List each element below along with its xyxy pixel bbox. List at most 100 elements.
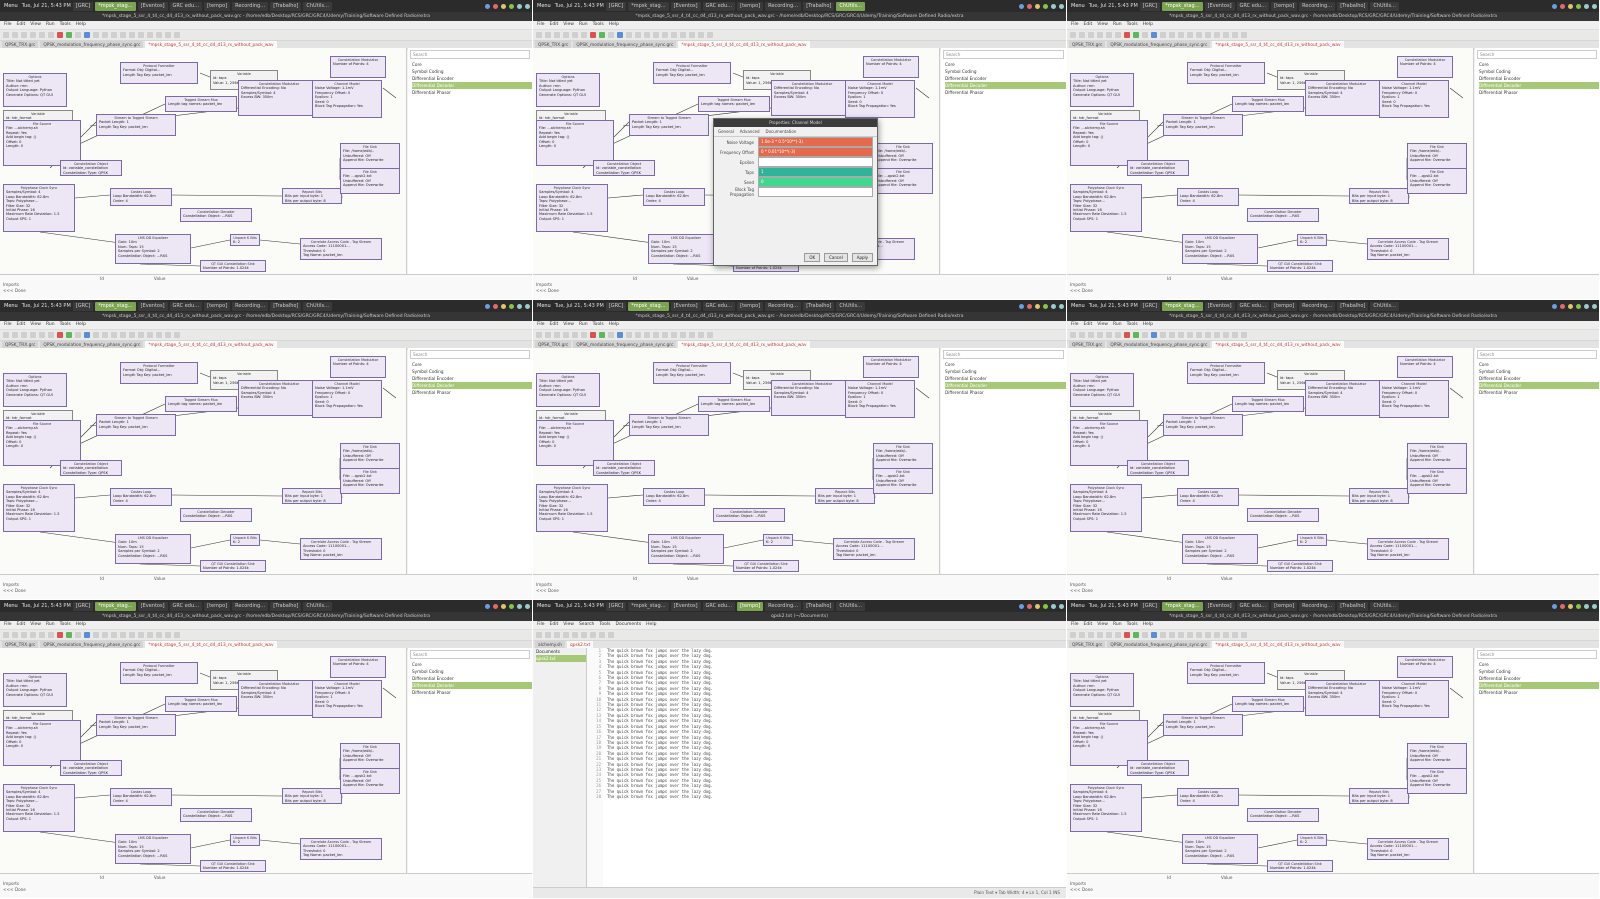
input-port[interactable] [312,87,313,91]
input-port[interactable] [3,127,4,131]
flowgraph-block[interactable]: Channel Model Noise Voltage: 1.1mV Frequen… [1379,80,1449,118]
input-port[interactable] [238,387,239,391]
input-port[interactable] [1187,369,1188,373]
output-port[interactable] [265,267,266,271]
flowgraph-block[interactable]: File Sink File: ...qpsk2.txt Unbuffered: O… [340,168,400,194]
output-port[interactable] [121,767,122,771]
output-port[interactable] [1318,515,1319,519]
taskbar-item[interactable]: [tempo] [204,601,231,611]
rotate-icon[interactable] [1214,332,1220,338]
output-port[interactable] [341,195,342,199]
menu-item[interactable]: Run [1113,321,1122,329]
tray-icon[interactable] [1576,603,1581,609]
input-port[interactable] [1397,663,1398,667]
kill-icon[interactable] [84,332,90,338]
delete-icon[interactable] [1187,32,1193,38]
output-port[interactable] [80,427,81,431]
output-port[interactable] [74,491,75,495]
output-port[interactable] [1466,175,1467,179]
zoom-out-icon[interactable] [165,32,171,38]
input-port[interactable] [845,387,846,391]
save-as-icon[interactable] [30,632,36,638]
cut-icon[interactable] [581,632,587,638]
input-port[interactable] [1232,403,1233,407]
connection-line[interactable] [1206,563,1268,567]
undo-icon[interactable] [1196,332,1202,338]
taskbar-item[interactable]: [Eventos] [137,601,168,611]
menu-item[interactable]: Tools [1127,21,1138,29]
output-port[interactable] [1448,545,1449,549]
tray-icon[interactable] [1019,603,1024,609]
zoom-out-icon[interactable] [698,332,704,338]
tray-icon[interactable] [1576,303,1581,309]
flowgraph-block[interactable]: Polyphase Clock Sync Samples/Symbol: 4 Loo… [536,184,608,232]
taskbar-item[interactable]: [GRC] [1139,1,1161,11]
flowgraph-canvas[interactable]: Options Title: Not titled yet Author: rmn O… [1067,648,1474,874]
output-port[interactable] [769,103,770,107]
flowgraph-block[interactable]: Tagged Stream Mux Length tag names: packe… [1232,96,1304,112]
flowgraph-block[interactable]: Correlate Access Code - Tag StreamAccess… [833,538,915,560]
output-port[interactable] [385,663,386,667]
flowgraph-block[interactable]: Stream to Tagged Stream Packet Length: 1L… [1163,414,1243,436]
input-port[interactable] [3,791,4,795]
tray-icon[interactable] [501,303,506,309]
menu-item[interactable]: Help [1143,321,1153,329]
close-icon[interactable] [1106,32,1112,38]
flowgraph-block[interactable]: Constellation Object Id: variable_constel… [593,160,655,176]
flowgraph-block[interactable]: Protocol Formatter Format Obj: Digital… Le… [120,62,198,84]
open-icon[interactable] [545,632,551,638]
redo-icon[interactable] [572,632,578,638]
tray-icon[interactable] [1552,603,1557,609]
connection-line[interactable] [1326,839,1368,845]
open-icon[interactable] [1079,332,1085,338]
flowgraph-block[interactable]: Constellation Object Id: variable_constel… [1127,460,1189,476]
connection-line[interactable] [171,794,283,797]
tray-icon[interactable] [1560,303,1565,309]
output-port[interactable] [613,427,614,431]
save-as-icon[interactable] [1097,632,1103,638]
menu-button[interactable]: Menu [535,303,553,309]
flowgraph-block[interactable]: Stream to Tagged Stream Packet Length: 1L… [629,414,709,436]
menu-item[interactable]: Run [1113,21,1122,29]
connection-line[interactable] [1141,194,1178,199]
run-icon[interactable] [66,32,72,38]
run-icon[interactable] [599,32,605,38]
output-port[interactable] [171,795,172,799]
copy-icon[interactable] [1169,332,1175,338]
taskbar-item[interactable]: Recording… [1299,301,1336,311]
open-icon[interactable] [12,332,18,338]
menu-item[interactable]: Edit [550,621,559,629]
taskbar-item[interactable]: Recording… [232,601,269,611]
input-port[interactable] [1070,491,1071,495]
taskbar-item[interactable]: [Eventos] [670,1,701,11]
connection-line[interactable] [259,539,301,545]
output-port[interactable] [381,687,382,691]
redo-icon[interactable] [138,332,144,338]
taskbar-item[interactable]: Recording… [765,301,802,311]
input-port[interactable] [3,491,4,495]
cut-icon[interactable] [93,632,99,638]
taskbar-item[interactable]: *mpsk_stag… [1162,301,1203,311]
flowgraph-block[interactable]: Constellation Modulator Differential Enco… [238,80,320,116]
flowgraph-block[interactable]: Constellation Modulator Differential Enco… [1305,680,1387,716]
save-icon[interactable] [1088,32,1094,38]
search-icon[interactable] [174,632,180,638]
tray-icon[interactable] [1051,303,1056,309]
input-port[interactable] [629,121,630,125]
print-icon[interactable] [48,32,54,38]
flowgraph-block[interactable]: LMS DD Equalizer Gain: 10m Num. Taps: 15 Sa… [1182,834,1258,864]
run-icon[interactable] [1133,332,1139,338]
input-port[interactable] [845,87,846,91]
output-port[interactable] [74,791,75,795]
taskbar-item[interactable]: [tempo] [1271,601,1298,611]
flowgraph-block[interactable]: LMS DD Equalizer Gain: 10m Num. Taps: 15 Sa… [648,534,724,564]
output-port[interactable] [236,703,237,707]
menu-button[interactable]: Menu [1069,303,1087,309]
flowgraph-block[interactable]: Constellation DecoderConstellation Objec… [1247,508,1319,522]
undo-icon[interactable] [129,632,135,638]
flowgraph-block[interactable]: Options Title: Not titled yet Author: rmn O… [1070,373,1134,407]
menu-item[interactable]: Run [1113,621,1122,629]
output-port[interactable] [1264,369,1265,373]
save-as-icon[interactable] [30,332,36,338]
input-port[interactable] [1177,795,1178,799]
